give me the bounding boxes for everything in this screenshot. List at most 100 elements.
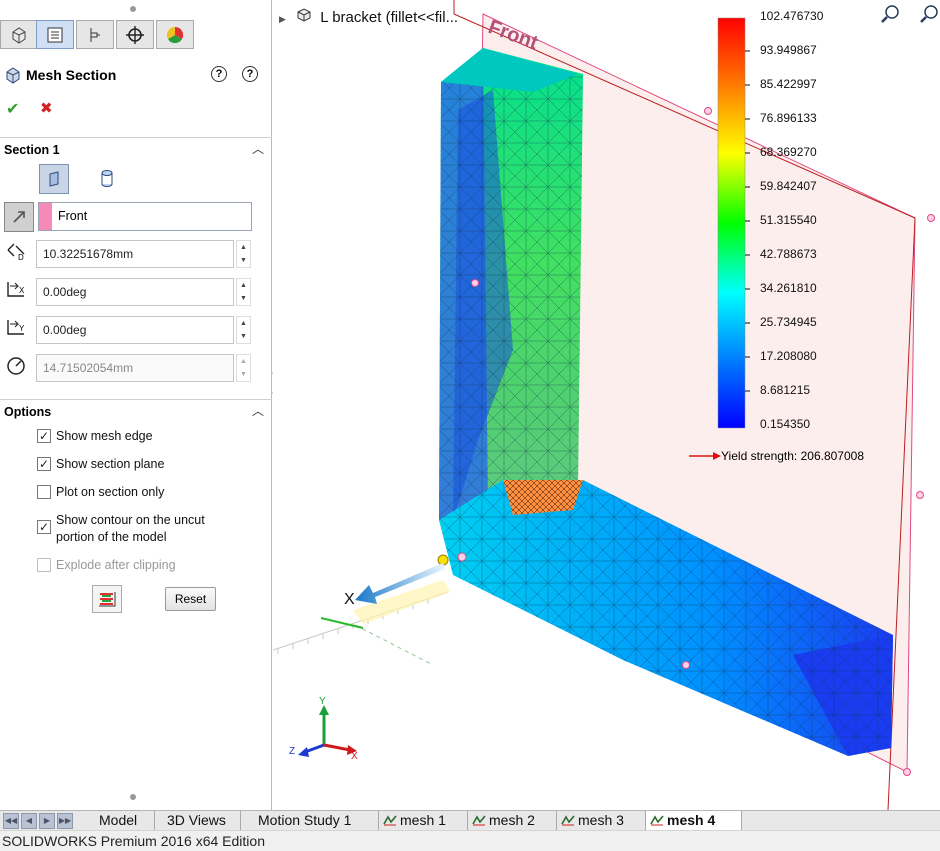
expand-arrow-icon[interactable]: ▶ xyxy=(279,14,286,24)
explode-after-clipping-checkbox xyxy=(37,558,51,572)
plane-handle[interactable] xyxy=(704,107,712,115)
dimxpert-tab[interactable] xyxy=(116,20,154,49)
model-viewport[interactable]: Front X Y X Z xyxy=(273,0,940,810)
manager-tabs xyxy=(0,20,272,51)
angle-x-spinner[interactable]: ▲ ▼ xyxy=(236,278,251,306)
last-tab-button[interactable]: ▶▶ xyxy=(57,813,73,829)
whats-wrong-icon[interactable]: ? xyxy=(211,66,227,82)
configuration-manager-tab[interactable] xyxy=(76,20,114,49)
tab-mesh-3[interactable]: mesh 3 xyxy=(557,811,646,831)
tab-label: mesh 2 xyxy=(489,812,535,828)
show-contour-uncut-checkbox[interactable]: ✓ xyxy=(37,520,51,534)
show-contour-uncut-label-line2: portion of the model xyxy=(56,530,167,544)
property-manager-tab[interactable] xyxy=(36,20,74,49)
triad-z-label: Z xyxy=(289,746,295,757)
next-tab-button[interactable]: ▶ xyxy=(39,813,55,829)
part-name: L bracket (fillet<<fil... xyxy=(320,9,459,26)
planar-section-button[interactable] xyxy=(39,164,69,194)
yield-strength-label: Yield strength: 206.807008 xyxy=(721,449,864,463)
feature-tree-flyout[interactable]: ▶ L bracket (fillet<<fil... xyxy=(279,7,458,26)
tab-label: Motion Study 1 xyxy=(258,812,352,828)
tab-model[interactable]: Model xyxy=(88,811,155,831)
plane-handle[interactable] xyxy=(903,768,911,776)
angle-x-input[interactable]: 0.00deg xyxy=(36,278,234,306)
cylindrical-section-button[interactable] xyxy=(92,164,122,194)
collapse-chevron-icon[interactable]: ︿ xyxy=(252,140,264,157)
feature-manager-tab[interactable] xyxy=(0,20,38,49)
flip-direction-button[interactable] xyxy=(4,202,34,232)
plane-handle[interactable] xyxy=(471,279,479,287)
plane-handle[interactable] xyxy=(682,661,690,669)
cancel-button[interactable]: ✖ xyxy=(40,99,53,117)
section1-header[interactable]: Section 1 ︿ xyxy=(0,137,272,161)
ok-button[interactable]: ✔ xyxy=(6,99,19,119)
panel-header: Mesh Section ? ? xyxy=(4,64,266,88)
options-header[interactable]: Options ︿ xyxy=(0,399,272,423)
explode-after-clipping-label: Explode after clipping xyxy=(56,558,176,572)
offset-distance-input[interactable]: 10.32251678mm xyxy=(36,240,234,268)
legend-color-bar[interactable] xyxy=(717,17,746,429)
legend-value: 93.949867 xyxy=(760,43,817,57)
study-icon xyxy=(561,812,575,826)
tab-label: mesh 1 xyxy=(400,812,446,828)
plot-on-section-only-label: Plot on section only xyxy=(56,485,165,499)
triad-y-label: Y xyxy=(319,696,326,707)
reference-plane-value: Front xyxy=(58,209,88,223)
plot-on-section-only-checkbox[interactable] xyxy=(37,485,51,499)
show-section-plane-checkbox[interactable]: ✓ xyxy=(37,457,51,471)
zoom-to-area-icon[interactable] xyxy=(920,5,938,23)
legend-value: 17.208080 xyxy=(760,349,817,363)
tab-mesh-1[interactable]: mesh 1 xyxy=(379,811,468,831)
svg-text:D: D xyxy=(18,253,24,262)
show-mesh-edge-checkbox[interactable]: ✓ xyxy=(37,429,51,443)
plot-settings-icon xyxy=(99,592,116,607)
study-icon xyxy=(472,812,486,826)
panel-title: Mesh Section xyxy=(26,67,117,83)
reference-plane-field[interactable]: Front xyxy=(38,202,252,231)
radius-spinner: ▲ ▼ xyxy=(236,354,251,382)
display-manager-tab[interactable] xyxy=(156,20,194,49)
plane-handle[interactable] xyxy=(457,552,467,562)
tab-label: mesh 4 xyxy=(667,812,716,828)
tab-mesh-2[interactable]: mesh 2 xyxy=(468,811,557,831)
reset-button[interactable]: Reset xyxy=(165,587,216,611)
show-contour-uncut-label: Show contour on the uncut xyxy=(56,513,205,527)
part-icon xyxy=(296,7,312,22)
study-icon xyxy=(650,812,664,826)
plane-handle[interactable] xyxy=(916,491,924,499)
graphics-area[interactable]: Front X Y X Z ▶ L bracket (fillet<<fil..… xyxy=(273,0,940,810)
legend-value: 68.369270 xyxy=(760,145,817,159)
angle-y-spinner[interactable]: ▲ ▼ xyxy=(236,316,251,344)
svg-text:Y: Y xyxy=(19,324,25,333)
feature-tree-icon xyxy=(12,26,26,44)
collapse-chevron-icon[interactable]: ︿ xyxy=(252,402,264,419)
tab-3d-views[interactable]: 3D Views xyxy=(155,811,241,831)
tab-label: Model xyxy=(99,812,138,828)
radius-input: 14.71502054mm xyxy=(36,354,234,382)
show-section-plane-label: Show section plane xyxy=(56,457,165,471)
panel-grip-bottom[interactable] xyxy=(130,794,136,800)
angle-y-input[interactable]: 0.00deg xyxy=(36,316,234,344)
help-icon[interactable]: ? xyxy=(242,66,258,82)
legend-value: 59.842407 xyxy=(760,179,817,193)
configuration-icon xyxy=(90,27,100,42)
mesh-section-icon xyxy=(6,67,20,84)
plane-handle[interactable] xyxy=(927,214,935,222)
tab-label: mesh 3 xyxy=(578,812,624,828)
prev-tab-button[interactable]: ◀ xyxy=(21,813,37,829)
offset-spinner[interactable]: ▲ ▼ xyxy=(236,240,251,268)
show-mesh-edge-label: Show mesh edge xyxy=(56,429,153,443)
zoom-to-fit-icon[interactable] xyxy=(881,5,899,23)
property-manager-panel: Mesh Section ? ? ✔ ✖ Section 1 ︿ Front D… xyxy=(0,0,279,810)
legend-value: 34.261810 xyxy=(760,281,817,295)
plot-settings-button[interactable] xyxy=(92,585,122,613)
legend-value: 102.476730 xyxy=(760,9,824,23)
panel-grip-top[interactable] xyxy=(130,6,136,12)
legend-value: 0.154350 xyxy=(760,417,811,431)
tab-mesh-4[interactable]: mesh 4 xyxy=(646,811,742,831)
offset-distance-icon: D xyxy=(7,243,25,262)
section1-title: Section 1 xyxy=(4,143,60,157)
cylinder-icon xyxy=(101,170,113,187)
tab-motion-study-1[interactable]: Motion Study 1 xyxy=(241,811,379,831)
first-tab-button[interactable]: ◀◀ xyxy=(3,813,19,829)
